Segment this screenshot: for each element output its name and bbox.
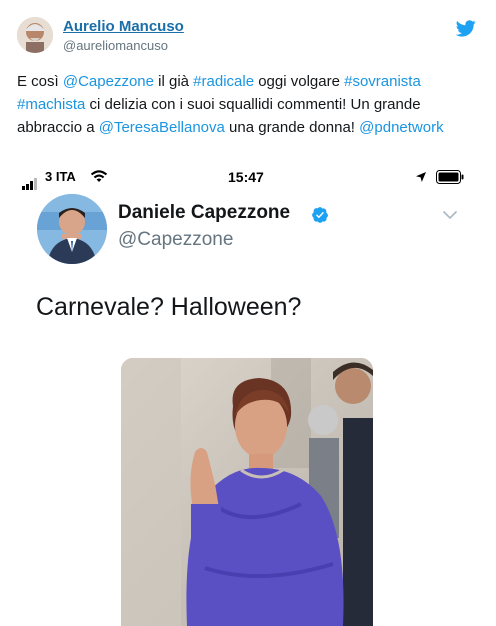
author-avatar[interactable] xyxy=(17,17,53,53)
tweet-link[interactable]: #machista xyxy=(17,96,85,113)
capezzone-avatar[interactable] xyxy=(37,194,107,264)
tweet-card: Aurelio Mancuso @aureliomancuso E così @… xyxy=(0,0,496,626)
location-arrow-icon xyxy=(416,172,426,182)
twitter-bird-icon[interactable] xyxy=(456,20,476,37)
author-handle[interactable]: @aureliomancuso xyxy=(63,38,168,53)
tweet-link[interactable]: @TeresaBellanova xyxy=(99,119,225,136)
embedded-screenshot: 3 ITA 15:47 Daniele Capezzone @Capezzone… xyxy=(0,162,496,626)
tweet-text-segment: il già xyxy=(153,73,194,90)
phone-status-bar: 3 ITA 15:47 xyxy=(0,162,496,194)
verified-badge-icon xyxy=(312,207,329,223)
wifi-icon xyxy=(90,170,108,182)
author-name[interactable]: Aurelio Mancuso xyxy=(63,18,184,35)
tweet-text-segment: E così xyxy=(17,73,63,90)
tweet-text-segment: una grande donna! xyxy=(224,119,360,136)
embedded-author-handle[interactable]: @Capezzone xyxy=(118,229,233,251)
battery-icon xyxy=(436,170,464,184)
signal-icon xyxy=(22,172,38,190)
embedded-tweet-text: Carnevale? Halloween? xyxy=(36,293,302,321)
tweet-text: E così @Capezzone il già #radicale oggi … xyxy=(17,70,487,139)
embedded-author-name[interactable]: Daniele Capezzone xyxy=(118,202,290,224)
embedded-photo[interactable] xyxy=(121,358,373,626)
tweet-link[interactable]: @pdnetwork xyxy=(359,119,443,136)
tweet-link[interactable]: #radicale xyxy=(193,73,254,90)
tweet-link[interactable]: @Capezzone xyxy=(63,73,154,90)
clock-time: 15:47 xyxy=(228,169,264,185)
carrier-label: 3 ITA xyxy=(45,169,76,184)
tweet-link[interactable]: #sovranista xyxy=(344,73,421,90)
chevron-down-icon[interactable] xyxy=(442,210,458,220)
tweet-text-segment: oggi volgare xyxy=(254,73,345,90)
